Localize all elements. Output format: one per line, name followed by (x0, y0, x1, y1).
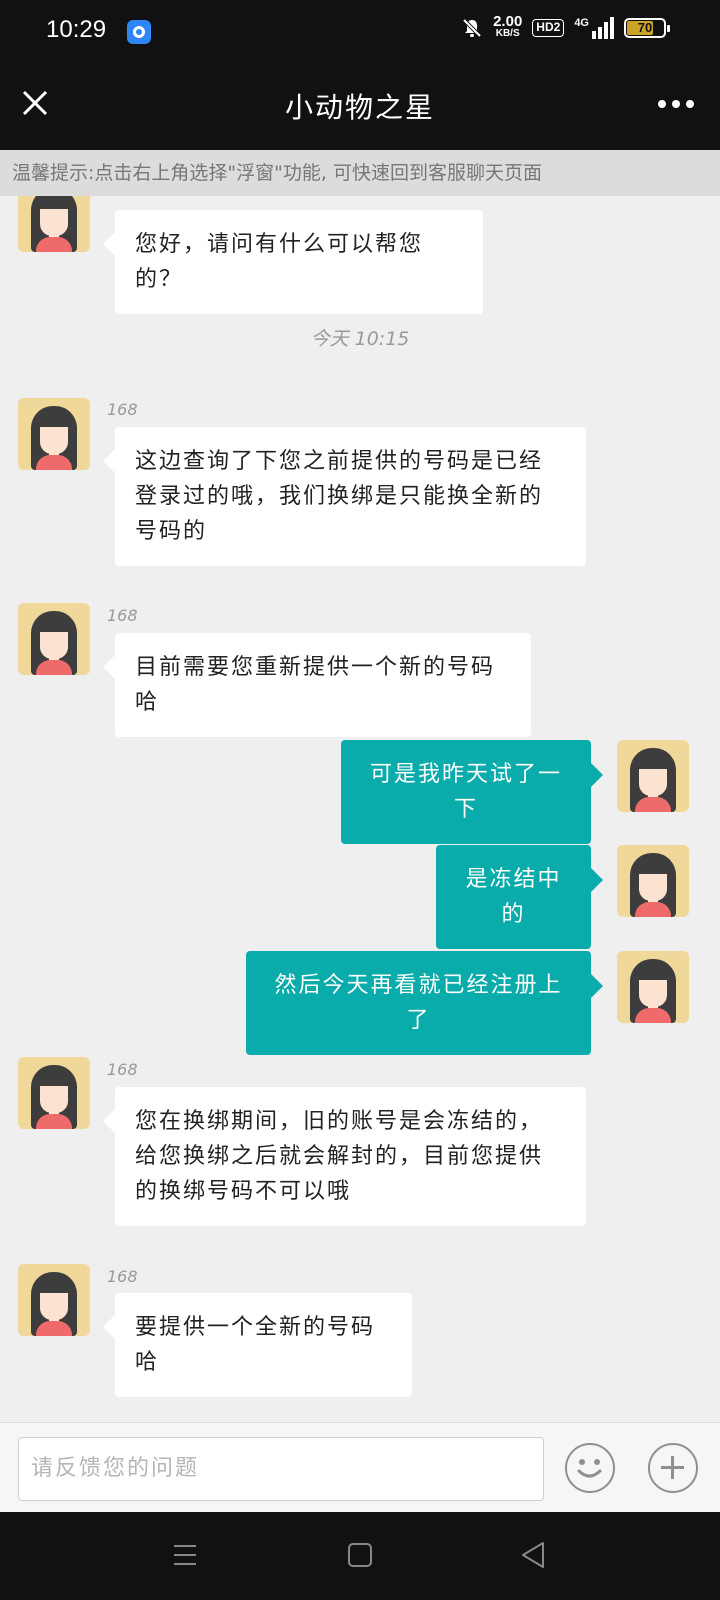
net-speed: 2.00 KB/S (493, 13, 523, 40)
agent-message-bubble[interactable]: 这边查询了下您之前提供的号码是已经登录过的哦，我们换绑是只能换全新的号码的 (103, 427, 586, 566)
smile-icon (577, 1459, 602, 1478)
menu-icon[interactable] (172, 1542, 198, 1568)
chat-area[interactable]: 您好，请问有什么可以帮您的？ 今天 10:15 168 这边查询了下您之前提供的… (0, 196, 720, 1422)
agent-message-bubble[interactable]: 您好，请问有什么可以帮您的？ (103, 210, 483, 314)
system-nav-bar (0, 1512, 720, 1600)
add-button[interactable] (648, 1443, 698, 1493)
agent-avatar[interactable] (18, 196, 90, 252)
network-type: 4G (574, 17, 589, 29)
agent-avatar[interactable] (18, 603, 90, 675)
input-bar: 请反馈您的问题 (0, 1422, 720, 1512)
battery-level: 70 (637, 20, 653, 35)
status-time: 10:29 (46, 16, 107, 43)
agent-avatar[interactable] (18, 398, 90, 470)
cell-signal: 4G (574, 17, 614, 39)
back-icon[interactable] (520, 1540, 546, 1570)
more-button[interactable] (658, 100, 694, 108)
signal-bars-icon (592, 17, 614, 39)
user-message-bubble[interactable]: 是冻结中的 (436, 845, 603, 949)
mute-bell-icon (462, 18, 482, 38)
chat-timestamp: 今天 10:15 (310, 328, 410, 350)
feedback-input[interactable]: 请反馈您的问题 (18, 1437, 544, 1501)
emoji-button[interactable] (565, 1443, 615, 1493)
plus-icon (661, 1456, 684, 1479)
user-avatar[interactable] (617, 951, 689, 1023)
home-icon[interactable] (347, 1542, 373, 1568)
more-icon (658, 100, 666, 108)
user-message-bubble[interactable]: 可是我昨天试了一下 (341, 740, 603, 844)
agent-avatar[interactable] (18, 1264, 90, 1336)
net-speed-value: 2.00 (493, 13, 523, 30)
user-avatar[interactable] (617, 845, 689, 917)
status-indicators: 2.00 KB/S HD2 4G 70 (461, 13, 670, 40)
agent-message-bubble[interactable]: 要提供一个全新的号码哈 (103, 1293, 412, 1397)
agent-name: 168 (107, 400, 138, 419)
agent-name: 168 (107, 1267, 138, 1286)
tip-banner: 温馨提示:点击右上角选择"浮窗"功能, 可快速回到客服聊天页面 (0, 150, 720, 196)
agent-name: 168 (107, 1060, 138, 1079)
user-avatar[interactable] (617, 740, 689, 812)
user-message-bubble[interactable]: 然后今天再看就已经注册上了 (246, 951, 603, 1055)
status-bar: 10:29 2.00 KB/S HD2 4G 70 (0, 0, 720, 66)
app-notification-icon (127, 20, 151, 44)
page-title: 小动物之星 (284, 91, 435, 124)
agent-name: 168 (107, 606, 138, 625)
title-bar: 小动物之星 (0, 66, 720, 150)
agent-avatar[interactable] (18, 1057, 90, 1129)
agent-message-bubble[interactable]: 目前需要您重新提供一个新的号码哈 (103, 633, 531, 737)
agent-message-bubble[interactable]: 您在换绑期间，旧的账号是会冻结的，给您换绑之后就会解封的，目前您提供的换绑号码不… (103, 1087, 586, 1226)
battery-icon: 70 (624, 18, 670, 38)
net-speed-unit: KB/S (495, 28, 520, 39)
hd-badge: HD2 (532, 19, 565, 37)
